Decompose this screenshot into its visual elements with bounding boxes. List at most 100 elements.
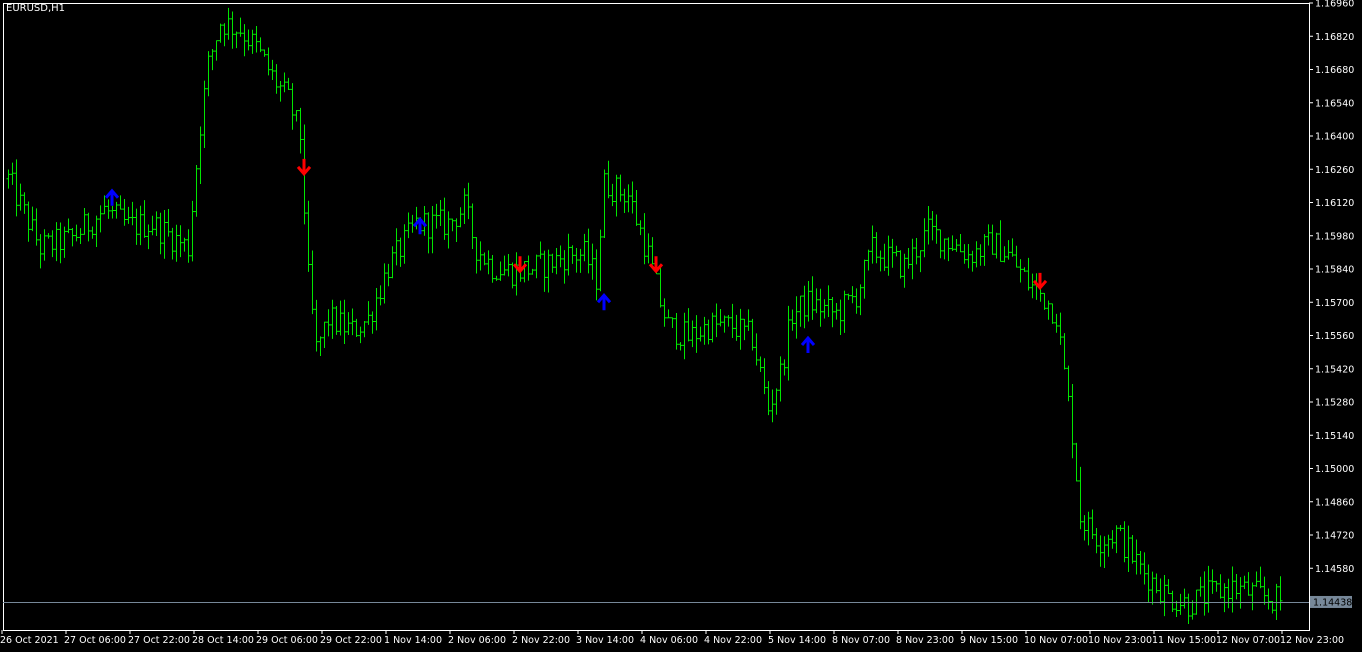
ohlc-bar [806,281,811,322]
ohlc-bar [1198,576,1203,597]
ohlc-bar [1266,588,1271,610]
ohlc-bar [886,235,891,276]
ohlc-bar [38,234,43,269]
ohlc-bar [1018,259,1023,283]
ohlc-bar [702,316,707,345]
ohlc-bar [1274,583,1279,621]
ohlc-bar [214,40,219,61]
ohlc-bar [1146,564,1151,603]
ohlc-bar [366,301,371,325]
ohlc-bar [1242,575,1247,590]
ohlc-bar [26,201,31,242]
ohlc-bar [990,224,995,255]
ohlc-bar [862,259,867,299]
y-tick-label: 1.16120 [1315,198,1354,209]
ohlc-bar [690,320,695,348]
ohlc-bar [482,252,487,266]
ohlc-bar [670,317,675,329]
ohlc-bar [866,249,871,271]
ohlc-bar [438,199,443,227]
ohlc-bar [294,110,299,122]
ohlc-bar [850,286,855,304]
ohlc-bar [706,319,711,345]
ohlc-bar [1070,383,1075,459]
ohlc-bar [10,162,15,185]
ohlc-bar [18,183,23,211]
ohlc-bar [782,359,787,376]
x-tick-label: 10 Nov 07:00 [1024,635,1088,646]
ohlc-bar [86,212,91,242]
ohlc-bar [646,233,651,264]
ohlc-bar [1022,267,1027,272]
ohlc-bar [538,241,543,259]
chart-window[interactable]: 1.16960 1.16820 1.16680 1.16540 1.16400 1.162… [0,0,1362,652]
ohlc-bar [1086,511,1091,546]
ohlc-bar [390,246,395,279]
ohlc-bar [954,238,959,252]
sell-arrow-icon [1032,272,1048,291]
price-chart[interactable]: 1.16960 1.16820 1.16680 1.16540 1.16400 1.162… [0,0,1362,652]
ohlc-bar [1134,539,1139,575]
ohlc-bar [514,252,519,296]
ohlc-bar [434,203,439,229]
x-tick-label: 29 Oct 22:00 [320,635,382,646]
ohlc-bar [750,318,755,351]
ohlc-bar [1042,292,1047,310]
ohlc-bar [634,189,639,226]
ohlc-bar [710,312,715,343]
ohlc-bar [962,244,967,264]
ohlc-bar [402,224,407,264]
y-tick-label: 1.14720 [1315,531,1354,542]
y-tick-label: 1.15000 [1315,464,1354,475]
ohlc-bar [914,238,919,265]
ohlc-bar [882,243,887,271]
ohlc-bar [266,47,271,76]
ohlc-bar [826,285,831,317]
ohlc-bar [686,308,691,342]
ohlc-bar [1118,525,1123,532]
ohlc-bar [58,222,63,264]
ohlc-bar [490,254,495,283]
ohlc-bar [186,229,191,263]
ohlc-bar [1002,246,1007,263]
ohlc-bar [222,23,227,47]
ohlc-bar [78,228,83,244]
ohlc-bar [1014,245,1019,268]
x-tick-label: 8 Nov 23:00 [896,635,954,646]
ohlc-bar [614,174,619,217]
ohlc-bar [1202,571,1207,616]
ohlc-bar [1150,571,1155,605]
ohlc-bar [770,389,775,423]
ohlc-bar [754,333,759,366]
ohlc-bar [326,309,331,337]
ohlc-bar [926,206,931,245]
ohlc-bar [810,276,815,320]
ohlc-bar [762,358,767,395]
ohlc-bar [982,234,987,266]
ohlc-bar [950,235,955,251]
y-tick-label: 1.14860 [1315,497,1354,508]
ohlc-bar [554,247,559,275]
x-tick-label: 12 Nov 07:00 [1216,635,1280,646]
ohlc-bar [1098,535,1103,567]
ohlc-bar [1142,552,1147,585]
ohlc-bar [146,224,151,250]
ohlc-bar [1258,566,1263,589]
ohlc-bar [958,233,963,253]
ohlc-bar [362,321,367,338]
ohlc-bar [550,253,555,273]
ohlc-bar [134,208,139,245]
ohlc-bar [202,80,207,148]
ohlc-bar [430,206,435,254]
ohlc-bar [358,326,363,344]
x-tick-label: 27 Oct 22:00 [128,635,190,646]
ohlc-bar [206,51,211,97]
ohlc-bar [630,181,635,214]
ohlc-bar [678,342,683,351]
ohlc-bar [910,238,915,280]
ohlc-bar [1206,565,1211,613]
ohlc-bar [1058,312,1063,345]
sell-arrow-icon [296,158,312,177]
ohlc-bar [1114,525,1119,554]
ohlc-bar [1054,313,1059,333]
